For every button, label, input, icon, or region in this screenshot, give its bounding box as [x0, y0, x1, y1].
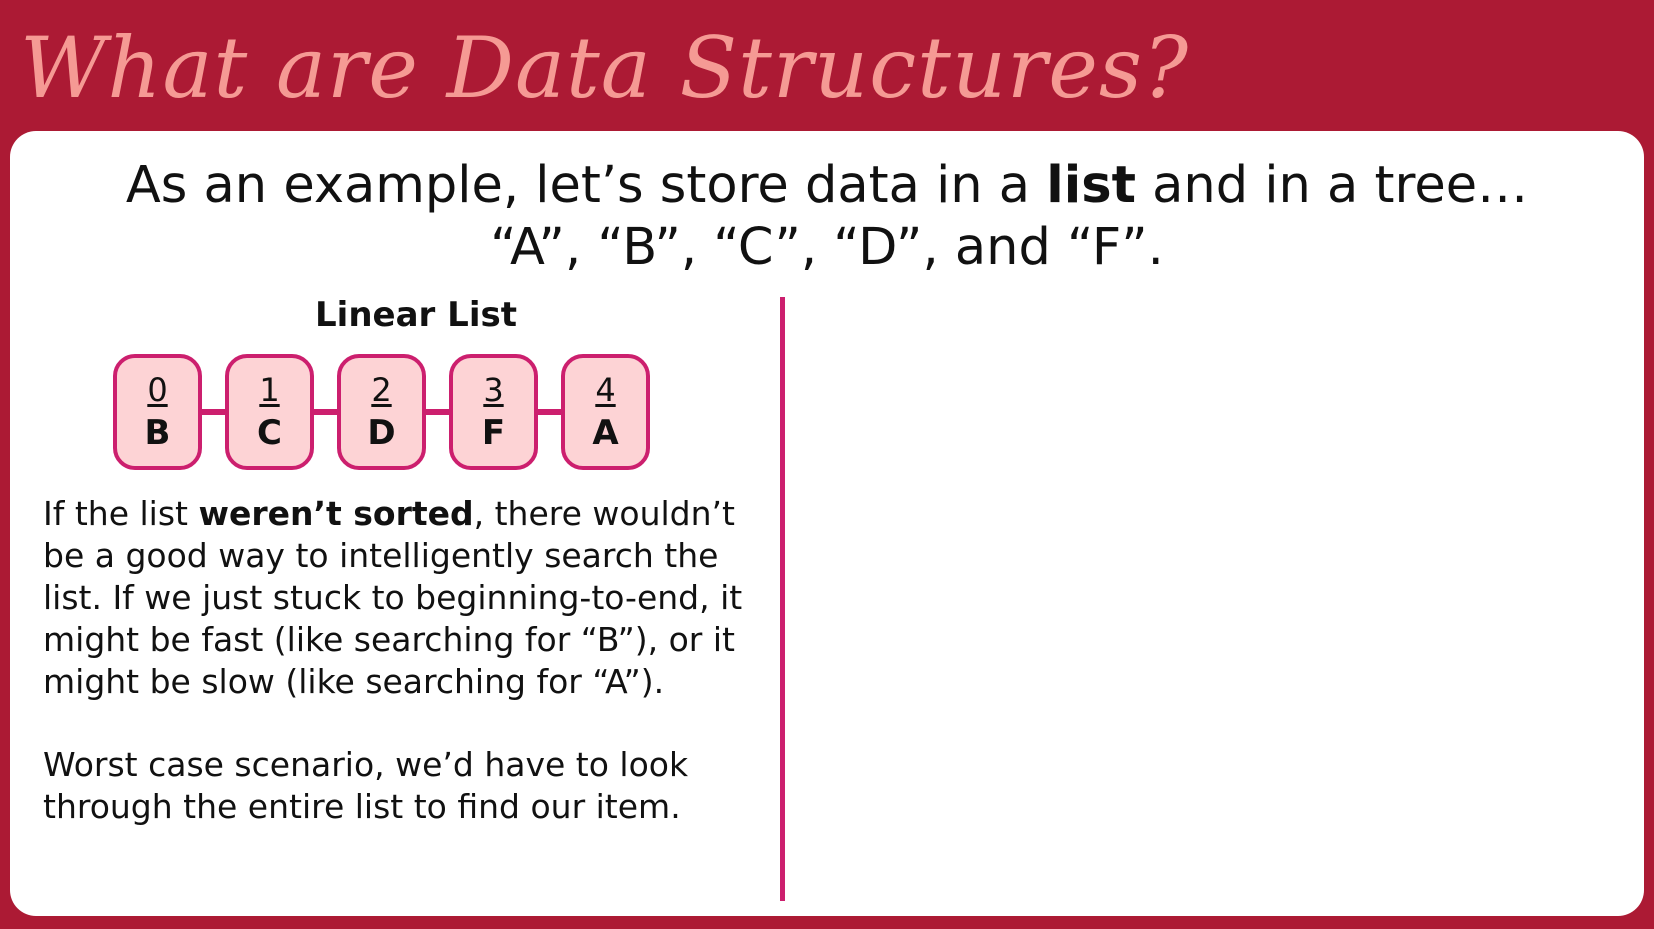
list-node-index: 0 — [147, 371, 168, 409]
list-node-value: B — [144, 413, 171, 453]
explanation-1-emphasis: weren’t sorted — [198, 494, 474, 533]
list-node-value: F — [481, 413, 506, 453]
list-node: 3 F — [449, 354, 538, 470]
list-node-index: 4 — [595, 371, 616, 409]
intro-text: As an example, let’s store data in a lis… — [10, 155, 1644, 279]
list-node: 0 B — [113, 354, 202, 470]
linear-list-heading: Linear List — [315, 295, 517, 335]
list-node-value: D — [367, 413, 396, 453]
list-node: 4 A — [561, 354, 650, 470]
content-card: As an example, let’s store data in a lis… — [10, 131, 1644, 916]
linear-list-diagram: 0 B 1 C 2 D 3 F 4 A — [113, 354, 683, 470]
list-node-value: A — [592, 413, 619, 453]
list-node-index: 3 — [483, 371, 504, 409]
explanation-paragraph-1: If the list weren’t sorted, there wouldn… — [43, 493, 768, 703]
intro-line-1-start: As an example, let’s store data in a — [125, 156, 1047, 215]
intro-line-1-end: and in a tree… — [1135, 156, 1529, 215]
explanation-paragraph-2: Worst case scenario, we’d have to look t… — [43, 745, 689, 826]
list-node-index: 2 — [371, 371, 392, 409]
list-node: 2 D — [337, 354, 426, 470]
slide-title: What are Data Structures? — [20, 19, 1190, 117]
list-node: 1 C — [225, 354, 314, 470]
list-node-value: C — [257, 413, 282, 453]
explanation-1-start: If the list — [43, 494, 199, 533]
intro-line-1: As an example, let’s store data in a lis… — [10, 155, 1644, 217]
intro-line-2: “A”, “B”, “C”, “D”, and “F”. — [490, 218, 1164, 277]
column-divider — [780, 297, 785, 901]
intro-line-1-emphasis: list — [1046, 156, 1136, 215]
list-node-index: 1 — [259, 371, 280, 409]
